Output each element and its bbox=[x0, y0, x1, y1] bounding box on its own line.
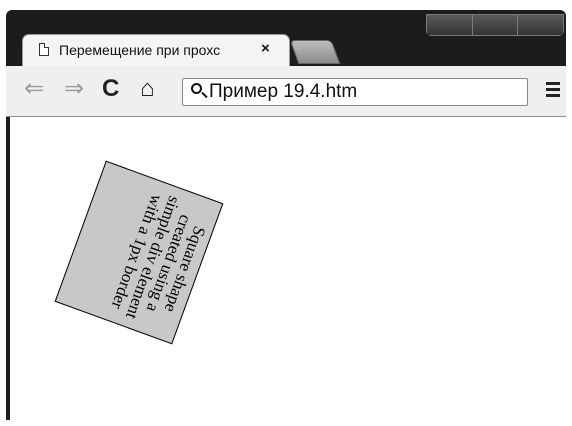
reload-button[interactable]: C bbox=[102, 76, 119, 102]
back-button[interactable]: ⇐ bbox=[24, 76, 44, 102]
tab-title: Перемещение при прохс bbox=[59, 42, 221, 58]
toolbar: ⇐ ⇒ C ⌂ Пример 19.4.htm bbox=[6, 66, 566, 117]
address-text: Пример 19.4.htm bbox=[209, 81, 358, 102]
address-bar[interactable]: Пример 19.4.htm bbox=[182, 78, 528, 106]
new-tab-button[interactable] bbox=[289, 40, 341, 64]
close-window-button[interactable] bbox=[518, 15, 564, 35]
minimize-button[interactable] bbox=[427, 15, 473, 35]
page-icon bbox=[39, 43, 49, 56]
search-icon bbox=[191, 83, 202, 94]
maximize-button[interactable] bbox=[472, 15, 519, 35]
home-button[interactable]: ⌂ bbox=[140, 76, 155, 102]
menu-icon[interactable] bbox=[546, 82, 560, 98]
window-controls bbox=[426, 14, 564, 36]
tab-active[interactable]: Перемещение при прохс × bbox=[22, 34, 290, 66]
forward-button[interactable]: ⇒ bbox=[64, 76, 84, 102]
tab-close-icon[interactable]: × bbox=[261, 40, 270, 57]
